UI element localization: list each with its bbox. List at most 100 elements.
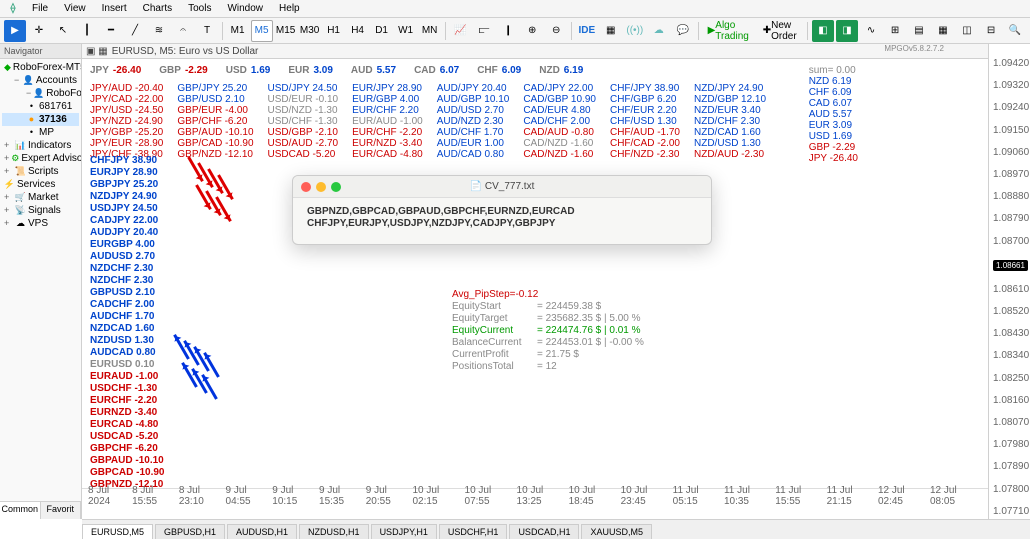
minimize-icon[interactable]: [316, 182, 326, 192]
grid-icon[interactable]: ⊞: [884, 20, 906, 42]
chat-icon[interactable]: 💬: [672, 20, 694, 42]
time-tick: 10 Jul 18:45: [569, 485, 621, 507]
nav-root[interactable]: ◆RoboForex-MT5: [2, 61, 79, 74]
rank-item: USDCHF -1.30: [90, 383, 164, 395]
vline-icon[interactable]: ┃: [76, 20, 98, 42]
collapse-icon[interactable]: −: [14, 74, 21, 87]
nav-accounts[interactable]: −👤Accounts: [2, 74, 79, 87]
expand-icon[interactable]: +: [4, 204, 13, 217]
nav-scripts[interactable]: +📜Scripts: [2, 165, 79, 178]
channel-icon[interactable]: ≋: [148, 20, 170, 42]
search-icon[interactable]: 🔍: [1004, 20, 1026, 42]
menu-view[interactable]: View: [56, 1, 94, 16]
pair-line: USD/CHF -1.30: [268, 116, 339, 127]
nav-account-broker[interactable]: −👤RoboFore24.90: [2, 87, 79, 100]
tf-m5[interactable]: M5: [251, 20, 273, 42]
stats-box: Avg_PipStep=-0.12 EquityStart= 224459.38…: [452, 289, 644, 373]
panel-right-icon[interactable]: ◨: [836, 20, 858, 42]
crosshair-icon[interactable]: ✛: [28, 20, 50, 42]
pair-line: USDCAD -5.20: [268, 149, 339, 160]
chart-tab[interactable]: XAUUSD,M5: [581, 524, 652, 539]
popup-titlebar[interactable]: 📄 CV_777.txt: [293, 176, 711, 198]
chart-tab[interactable]: NZDUSD,H1: [299, 524, 369, 539]
tf-d1[interactable]: D1: [371, 20, 393, 42]
separator: [445, 22, 446, 40]
chart-bar-icon[interactable]: ⫍: [473, 20, 495, 42]
algo-trading-button[interactable]: ▶ Algo Trading: [702, 20, 754, 42]
panel-left-icon[interactable]: ◧: [812, 20, 834, 42]
layers-icon[interactable]: ▦: [600, 20, 622, 42]
signal-icon[interactable]: ((•)): [624, 20, 646, 42]
play-icon[interactable]: ▶: [4, 20, 26, 42]
tf-m1[interactable]: M1: [227, 20, 249, 42]
pair-line: CHF/JPY 38.90: [610, 83, 680, 94]
menu-help[interactable]: Help: [271, 1, 308, 16]
tile-icon[interactable]: ⊟: [980, 20, 1002, 42]
hline-icon[interactable]: ━: [100, 20, 122, 42]
nav-account-id3[interactable]: •MP: [2, 126, 79, 139]
tf-h1[interactable]: H1: [323, 20, 345, 42]
chart-tab[interactable]: EURUSD,M5: [82, 524, 153, 539]
nav-tab-common[interactable]: Common: [0, 502, 41, 519]
tf-mn[interactable]: MN: [419, 20, 441, 42]
tf-m15[interactable]: M15: [275, 20, 297, 42]
chart-candle-icon[interactable]: ❙: [497, 20, 519, 42]
zoom-out-icon[interactable]: ⊖: [545, 20, 567, 42]
current-price-badge: 1.08661: [993, 260, 1028, 271]
chart-tab[interactable]: USDCAD,H1: [509, 524, 579, 539]
expand-icon[interactable]: +: [4, 139, 13, 152]
expand-icon[interactable]: +: [4, 191, 13, 204]
nav-root-label: RoboForex-MT5: [13, 61, 81, 74]
chart2-icon[interactable]: ∿: [860, 20, 882, 42]
close-icon[interactable]: [301, 182, 311, 192]
maximize-icon[interactable]: [331, 182, 341, 192]
nav-market[interactable]: +🛒Market: [2, 191, 79, 204]
chart-title: EURUSD, M5: Euro vs US Dollar: [112, 46, 259, 57]
collapse-icon[interactable]: −: [26, 87, 31, 100]
expand-icon[interactable]: +: [4, 165, 13, 178]
cursor-icon[interactable]: ↖: [52, 20, 74, 42]
fib-icon[interactable]: 𝄐: [172, 20, 194, 42]
new-order-button[interactable]: ✚ New Order: [756, 20, 803, 42]
nav-section-label: Expert Advisor: [21, 152, 81, 165]
chart-line-icon[interactable]: 📈: [449, 20, 471, 42]
chart-window-icons[interactable]: ▣ ▦: [86, 46, 108, 57]
menu-file[interactable]: File: [24, 1, 56, 16]
text-icon[interactable]: T: [196, 20, 218, 42]
chart-canvas[interactable]: JPY-26.40GBP-2.29USD1.69EUR3.09AUD5.57CA…: [82, 59, 988, 502]
tf-w1[interactable]: W1: [395, 20, 417, 42]
cloud-icon[interactable]: ☁: [648, 20, 670, 42]
chart-tab[interactable]: AUDUSD,H1: [227, 524, 297, 539]
ide-button[interactable]: IDE: [576, 20, 598, 42]
text-file-popup[interactable]: 📄 CV_777.txt GBPNZD,GBPCAD,GBPAUD,GBPCHF…: [292, 175, 712, 245]
nav-services[interactable]: ⚡Services: [2, 178, 79, 191]
table-icon[interactable]: ▦: [932, 20, 954, 42]
pair-line: AUD/JPY 20.40: [437, 83, 510, 94]
nav-indicators[interactable]: +📊Indicators: [2, 139, 79, 152]
menu-insert[interactable]: Insert: [94, 1, 135, 16]
nav-account-id2[interactable]: ●37136: [2, 113, 79, 126]
nav-vps[interactable]: +☁VPS: [2, 217, 79, 230]
nav-tab-favorites[interactable]: Favorit: [41, 502, 82, 519]
zoom-in-icon[interactable]: ⊕: [521, 20, 543, 42]
menu-charts[interactable]: Charts: [135, 1, 180, 16]
menu-window[interactable]: Window: [219, 1, 271, 16]
list-icon[interactable]: ▤: [908, 20, 930, 42]
chart-tab[interactable]: GBPUSD,H1: [155, 524, 225, 539]
tf-h4[interactable]: H4: [347, 20, 369, 42]
tf-m30[interactable]: M30: [299, 20, 321, 42]
sum-line: NZD 6.19: [809, 76, 858, 87]
chart-tab[interactable]: USDJPY,H1: [371, 524, 437, 539]
nav-expert-advisor[interactable]: +⚙Expert Advisor: [2, 152, 79, 165]
popup-body[interactable]: GBPNZD,GBPCAD,GBPAUD,GBPCHF,EURNZD,EURCA…: [293, 198, 711, 244]
trendline-icon[interactable]: ╱: [124, 20, 146, 42]
expand-icon[interactable]: +: [4, 152, 9, 165]
split-icon[interactable]: ◫: [956, 20, 978, 42]
expand-icon[interactable]: +: [4, 217, 13, 230]
chart-tab[interactable]: USDCHF,H1: [439, 524, 508, 539]
rank-item: EURCAD -4.80: [90, 419, 164, 431]
menu-tools[interactable]: Tools: [180, 1, 219, 16]
nav-signals[interactable]: +📡Signals: [2, 204, 79, 217]
nav-account-id1[interactable]: •681761: [2, 100, 79, 113]
popup-title-label: CV_777.txt: [485, 181, 534, 192]
